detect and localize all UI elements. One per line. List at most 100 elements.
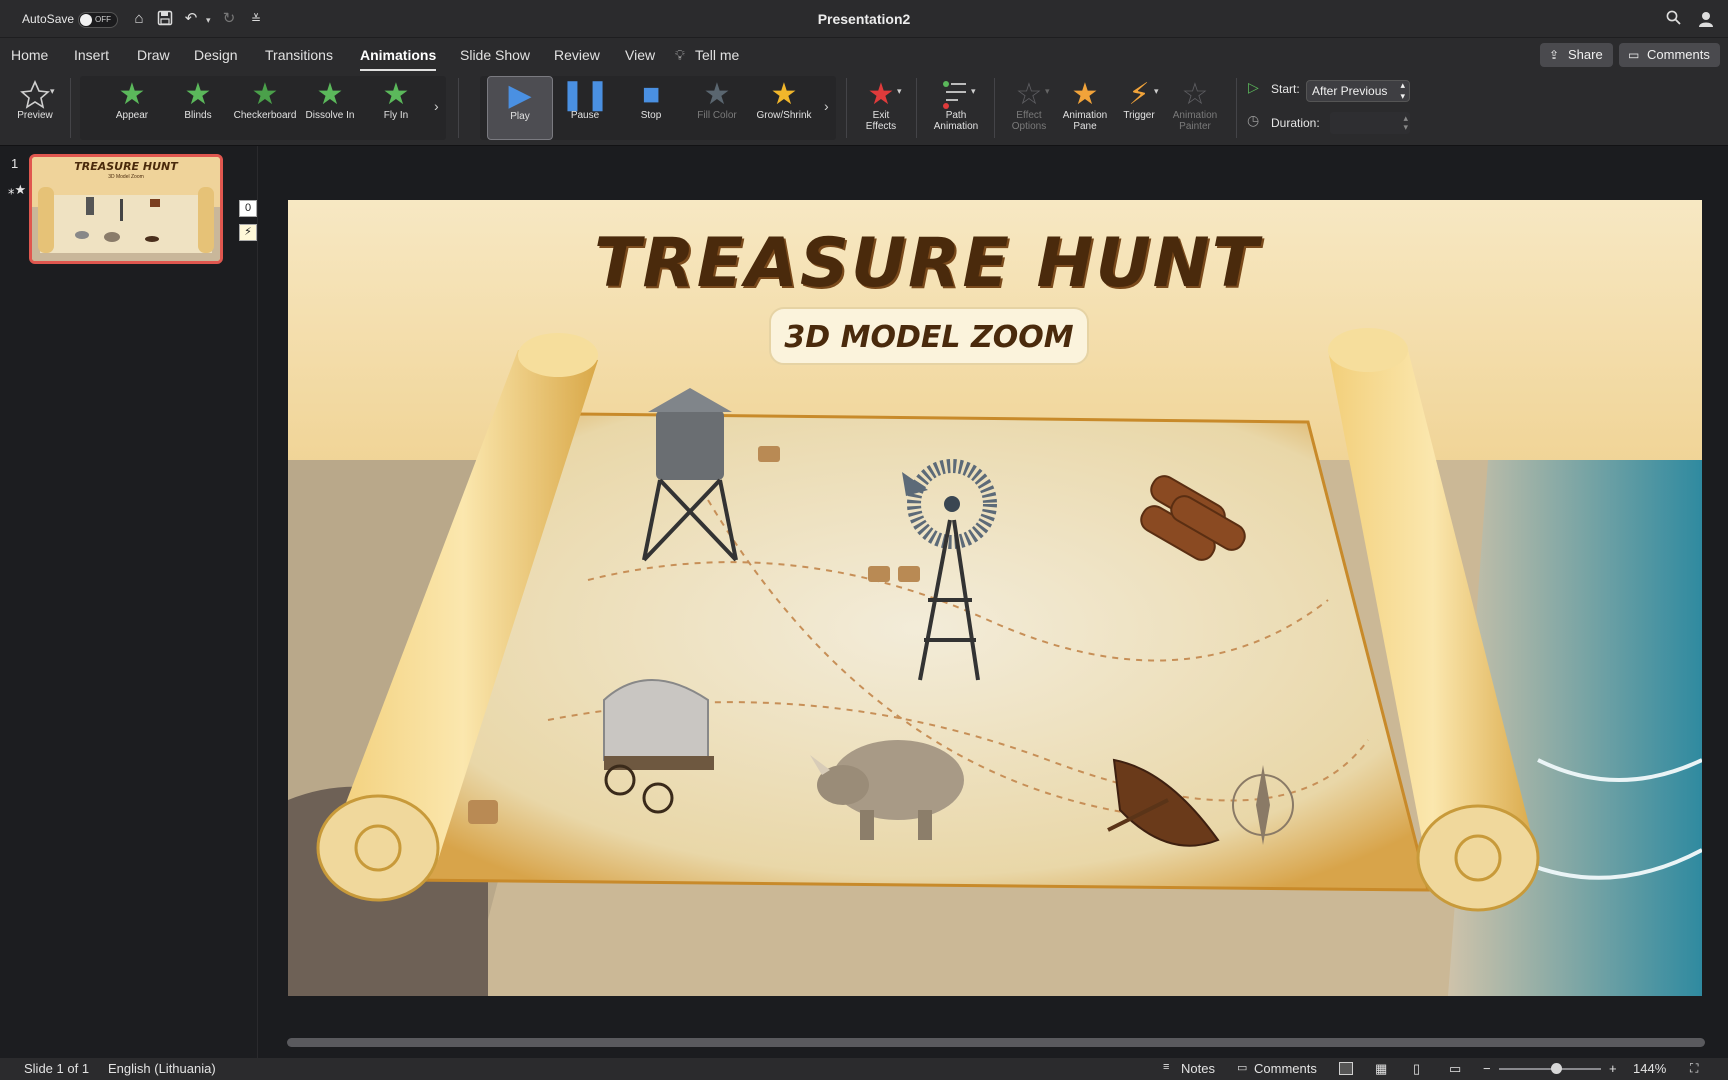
path-animation-button[interactable]: Path Animation [924, 76, 988, 140]
stop-button[interactable]: ■ Stop [620, 76, 682, 140]
animation-pane-button[interactable]: ★ Animation Pane [1054, 76, 1116, 140]
trigger-button[interactable]: ⚡︎ Trigger [1110, 76, 1168, 140]
notes-button[interactable]: Notes [1181, 1061, 1215, 1076]
exit-effects-label: Exit Effects [865, 110, 897, 132]
appear-label: Appear [115, 110, 149, 121]
effect-fly-in[interactable]: ★ Fly In [365, 76, 427, 140]
slideshow-icon[interactable]: ▭ [1449, 1061, 1461, 1077]
exit-effects-button[interactable]: ★ Exit Effects [851, 76, 911, 140]
preview-dropdown-icon[interactable]: ▾ [50, 86, 55, 97]
pause-button[interactable]: ❚❚ Pause [554, 76, 616, 140]
more-effects-icon[interactable]: › [434, 98, 439, 114]
fly-in-label: Fly In [383, 110, 409, 121]
animation-painter-label: Animation Painter [1172, 110, 1218, 132]
start-value: After Previous [1312, 84, 1388, 98]
effect-blinds[interactable]: ★ Blinds [167, 76, 229, 140]
tab-slide-show[interactable]: Slide Show [460, 47, 530, 63]
slide-thumbnails-pane: 1 ⁎★ TREASURE HUNT 3D Model Zoom [0, 146, 258, 1058]
effect-dissolve-in[interactable]: ★ Dissolve In [299, 76, 361, 140]
trigger-label: Trigger [1123, 110, 1155, 121]
grow-shrink-button[interactable]: ★ Grow/Shrink [752, 76, 816, 140]
preview-button[interactable]: Preview [4, 76, 66, 140]
comments-button[interactable]: ▭ Comments [1619, 43, 1720, 67]
stop-icon: ■ [641, 78, 661, 111]
zoom-in-icon[interactable]: + [1609, 1061, 1617, 1076]
duration-stepper-icon[interactable]: ▴ ▾ [1403, 114, 1408, 132]
zoom-slider-track[interactable] [1499, 1068, 1601, 1070]
ribbon-divider [846, 78, 847, 138]
ribbon-divider [1236, 78, 1237, 138]
tab-insert[interactable]: Insert [74, 47, 109, 63]
animation-pane-icon: ★ [1071, 78, 1099, 111]
trigger-dropdown-icon[interactable]: ▾ [1154, 86, 1159, 97]
play-button[interactable]: ▶ Play [487, 76, 553, 140]
tab-animations[interactable]: Animations [360, 47, 437, 71]
ribbon-divider [916, 78, 917, 138]
comments-label: Comments [1647, 47, 1710, 62]
appear-star-icon: ★ [118, 78, 146, 111]
ribbon-divider [994, 78, 995, 138]
duration-label: Duration: [1271, 116, 1320, 130]
zoom-out-icon[interactable]: − [1483, 1061, 1491, 1076]
share-label: Share [1568, 47, 1603, 62]
document-title: Presentation2 [817, 11, 911, 27]
reading-view-icon[interactable]: ▯ [1413, 1061, 1420, 1077]
slide-canvas[interactable]: TREASURE HUNT 3D MODEL ZOOM [288, 200, 1702, 996]
animation-painter-button[interactable]: ☆ Animation Painter [1163, 76, 1227, 140]
effect-checkerboard[interactable]: ★ Checkerboard [233, 76, 297, 140]
zoom-level[interactable]: 144% [1633, 1061, 1666, 1076]
slide-subtitle[interactable]: 3D MODEL ZOOM [770, 320, 1088, 355]
normal-view-icon[interactable] [1339, 1062, 1353, 1075]
duration-field[interactable]: ▴ ▾ [1330, 112, 1410, 134]
slide-sorter-icon[interactable]: ▦ [1375, 1061, 1387, 1077]
comments-status-button[interactable]: Comments [1254, 1061, 1317, 1076]
title-bar: AutoSave OFF ⌂ ↶ ▾ ↻ ≚ Presentation2 [0, 0, 1728, 38]
language-indicator[interactable]: English (Lithuania) [108, 1061, 216, 1076]
zoom-slider-knob[interactable] [1551, 1063, 1562, 1074]
preview-star-icon [4, 76, 66, 110]
fit-to-window-icon[interactable]: ⛶ [1690, 1061, 1698, 1076]
path-dropdown-icon[interactable]: ▾ [971, 86, 976, 97]
ribbon-divider [458, 78, 459, 138]
play-icon: ▶ [508, 79, 532, 112]
tab-home[interactable]: Home [11, 47, 48, 63]
share-icon: ⇪ [1549, 48, 1560, 62]
effect-options-label: Effect Options [1011, 110, 1047, 132]
effect-appear[interactable]: ★ Appear [101, 76, 163, 140]
path-animation-label: Path Animation [933, 110, 979, 132]
dissolve-in-label: Dissolve In [305, 110, 355, 121]
horizontal-scrollbar[interactable] [287, 1038, 1705, 1047]
clock-icon: ◷ [1247, 112, 1260, 128]
slide-title[interactable]: TREASURE HUNT [288, 224, 1566, 303]
account-icon[interactable] [1698, 10, 1716, 28]
play-label: Play [510, 111, 530, 122]
thumbnail-subtitle: 3D Model Zoom [108, 174, 144, 180]
lightning-icon: ⚡︎ [1128, 78, 1150, 111]
tell-me-search[interactable]: Tell me [695, 47, 739, 63]
tab-design[interactable]: Design [194, 47, 238, 63]
more-emphasis-icon[interactable]: › [824, 98, 829, 114]
notes-icon: ≡ [1163, 1061, 1170, 1073]
tab-review[interactable]: Review [554, 47, 600, 63]
pause-icon: ❚❚ [559, 78, 611, 111]
tab-draw[interactable]: Draw [137, 47, 170, 63]
fill-color-button[interactable]: ★ Fill Color [686, 76, 748, 140]
start-label: Start: [1271, 82, 1300, 96]
search-icon[interactable] [1664, 10, 1682, 28]
start-select[interactable]: After Previous ▴ ▾ [1306, 80, 1410, 102]
animation-order-tag[interactable]: 0 [239, 200, 257, 217]
effect-options-dropdown-icon[interactable]: ▾ [1045, 86, 1050, 97]
thumbnail-title: TREASURE HUNT [74, 160, 178, 173]
start-stepper-icon: ▴ ▾ [1400, 80, 1405, 101]
status-bar: Slide 1 of 1 English (Lithuania) ≡ Notes… [0, 1058, 1728, 1080]
comment-icon: ▭ [1237, 1062, 1248, 1074]
lightbulb-icon: 💡︎ [675, 47, 685, 63]
trigger-tag-icon[interactable]: ⚡︎ [239, 224, 257, 241]
tab-view[interactable]: View [625, 47, 655, 63]
exit-dropdown-icon[interactable]: ▾ [897, 86, 902, 97]
grow-shrink-label: Grow/Shrink [756, 110, 812, 121]
tab-transitions[interactable]: Transitions [265, 47, 333, 63]
pause-label: Pause [570, 110, 600, 121]
share-button[interactable]: ⇪ Share [1540, 43, 1613, 67]
slide-thumbnail[interactable]: TREASURE HUNT 3D Model Zoom [29, 154, 223, 264]
